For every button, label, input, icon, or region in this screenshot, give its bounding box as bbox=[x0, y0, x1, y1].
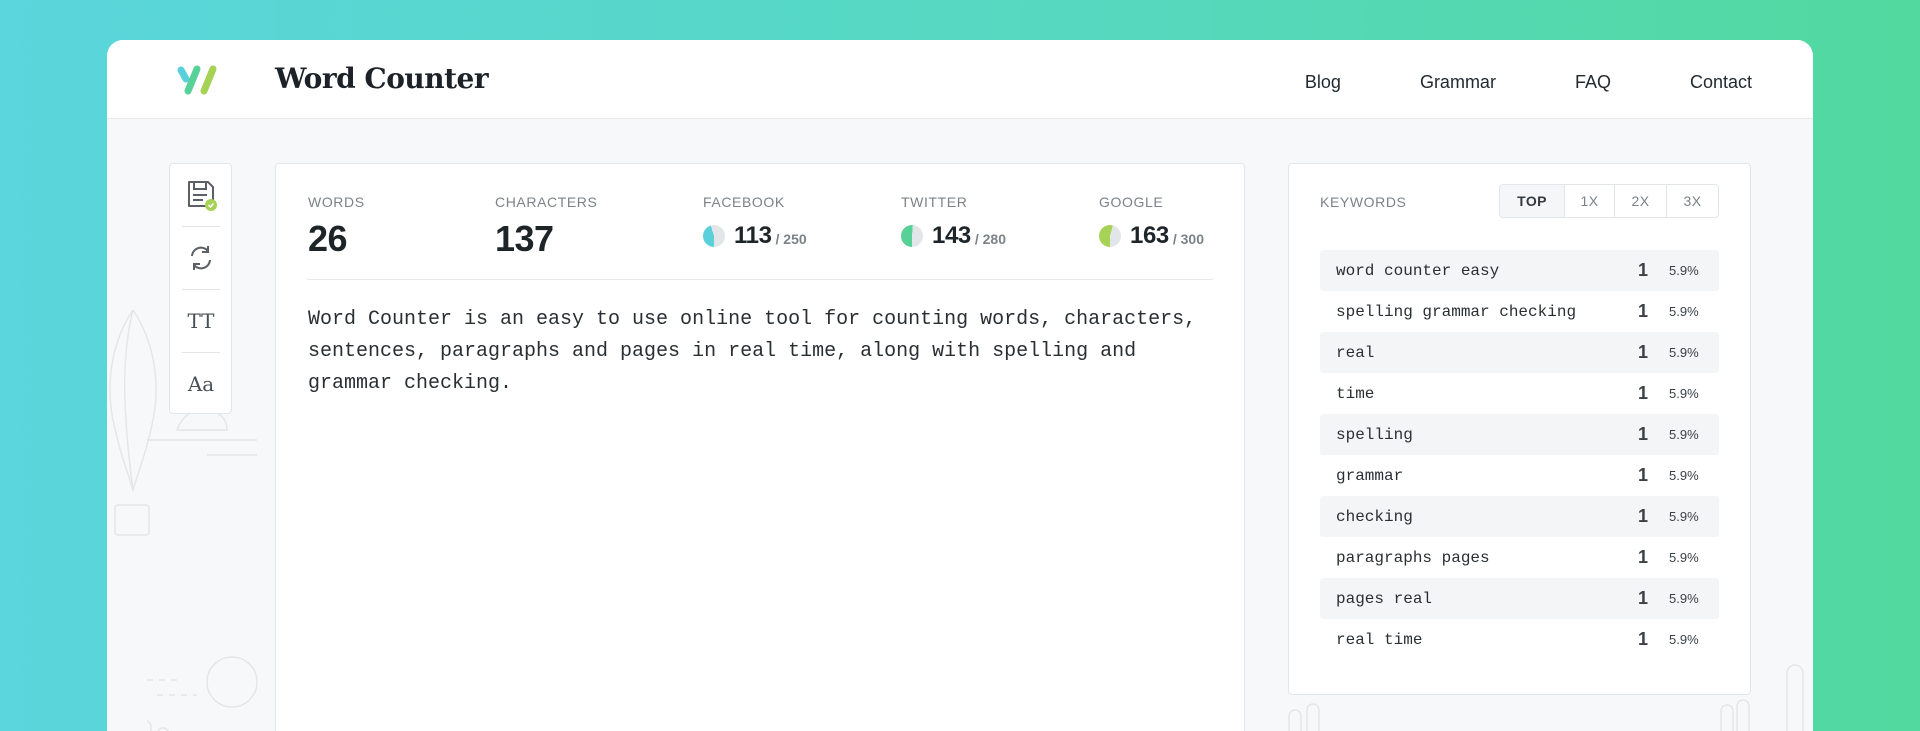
save-icon bbox=[188, 181, 217, 211]
keyword-text: time bbox=[1336, 384, 1375, 403]
keyword-count: 1 bbox=[1637, 342, 1648, 362]
keyword-row[interactable]: spelling grammar checking 1 5.9% bbox=[1320, 291, 1719, 332]
stats-divider bbox=[307, 279, 1213, 280]
grass-illustration-icon bbox=[1288, 703, 1320, 731]
nav-grammar[interactable]: Grammar bbox=[1420, 72, 1496, 93]
keyword-percent: 5.9% bbox=[1669, 345, 1699, 360]
keyword-row[interactable]: grammar 1 5.9% bbox=[1320, 455, 1719, 496]
editor-toolbar: TT Aa bbox=[169, 163, 232, 414]
twitter-value: 143 bbox=[932, 222, 971, 249]
nav-blog[interactable]: Blog bbox=[1305, 72, 1341, 93]
twitter-progress-icon bbox=[901, 225, 923, 247]
google-stat: GOOGLE 163 / 300 bbox=[1099, 194, 1204, 250]
keyword-text: paragraphs pages bbox=[1336, 548, 1490, 567]
twitter-stat: TWITTER 143 / 280 bbox=[901, 194, 1006, 250]
keyword-list: word counter easy 1 5.9% spelling grammar … bbox=[1320, 250, 1719, 660]
characters-label: CHARACTERS bbox=[495, 194, 598, 210]
keyword-text: real time bbox=[1336, 630, 1423, 649]
keyword-percent: 5.9% bbox=[1669, 591, 1699, 606]
keyword-count: 1 bbox=[1637, 301, 1648, 321]
google-progress-icon bbox=[1099, 225, 1121, 247]
font-case-button[interactable]: Aa bbox=[182, 353, 220, 415]
keyword-row[interactable]: real 1 5.9% bbox=[1320, 332, 1719, 373]
keyword-count: 1 bbox=[1637, 588, 1648, 608]
keyword-percent: 5.9% bbox=[1669, 550, 1699, 565]
google-limit: / 300 bbox=[1172, 231, 1204, 247]
keyword-text: real bbox=[1336, 343, 1375, 362]
keyword-percent: 5.9% bbox=[1669, 632, 1699, 647]
tab-2x[interactable]: 2X bbox=[1614, 185, 1666, 217]
main-nav: Blog Grammar FAQ Contact bbox=[1305, 72, 1752, 93]
keyword-text: grammar bbox=[1336, 466, 1404, 485]
tab-3x[interactable]: 3X bbox=[1666, 185, 1718, 217]
characters-stat: CHARACTERS 137 bbox=[495, 194, 597, 260]
keyword-count: 1 bbox=[1637, 260, 1648, 280]
keyword-row[interactable]: word counter easy 1 5.9% bbox=[1320, 250, 1719, 291]
keyword-text: word counter easy bbox=[1336, 261, 1500, 280]
keyword-percent: 5.9% bbox=[1669, 427, 1699, 442]
keyword-percent: 5.9% bbox=[1669, 386, 1699, 401]
keyword-count: 1 bbox=[1637, 629, 1648, 649]
keyword-percent: 5.9% bbox=[1669, 509, 1699, 524]
google-value: 163 bbox=[1130, 222, 1169, 249]
facebook-limit: / 250 bbox=[775, 231, 807, 247]
google-label: GOOGLE bbox=[1099, 194, 1164, 210]
words-stat: WORDS 26 bbox=[308, 194, 365, 260]
keyword-text: spelling grammar checking bbox=[1336, 302, 1577, 321]
keywords-panel: KEYWORDS TOP 1X 2X 3X word counter easy 1… bbox=[1288, 163, 1751, 695]
text-size-icon: TT bbox=[187, 309, 215, 333]
sync-button[interactable] bbox=[182, 227, 220, 289]
keyword-row[interactable]: real time 1 5.9% bbox=[1320, 619, 1719, 660]
facebook-stat: FACEBOOK 113 / 250 bbox=[703, 194, 807, 250]
twitter-limit: / 280 bbox=[974, 231, 1006, 247]
text-editor-area[interactable]: Word Counter is an easy to use online to… bbox=[308, 304, 1228, 400]
sun-illustration-icon bbox=[147, 656, 258, 731]
keyword-count: 1 bbox=[1637, 424, 1648, 444]
brand-title[interactable]: Word Counter bbox=[275, 62, 489, 95]
words-label: WORDS bbox=[308, 194, 365, 210]
editor-panel: WORDS 26 CHARACTERS 137 FACEBOOK 113 / 2… bbox=[275, 163, 1245, 731]
keyword-row[interactable]: spelling 1 5.9% bbox=[1320, 414, 1719, 455]
facebook-label: FACEBOOK bbox=[703, 194, 785, 210]
facebook-value: 113 bbox=[734, 222, 772, 249]
keywords-title: KEYWORDS bbox=[1320, 194, 1407, 210]
characters-value: 137 bbox=[495, 218, 554, 259]
facebook-progress-icon bbox=[703, 225, 725, 247]
logo-icon[interactable] bbox=[175, 64, 227, 96]
keyword-count: 1 bbox=[1637, 465, 1648, 485]
keyword-row[interactable]: checking 1 5.9% bbox=[1320, 496, 1719, 537]
keyword-percent: 5.9% bbox=[1669, 468, 1699, 483]
nav-faq[interactable]: FAQ bbox=[1575, 72, 1611, 93]
words-value: 26 bbox=[308, 218, 348, 259]
keyword-text: pages real bbox=[1336, 589, 1433, 608]
keyword-row[interactable]: time 1 5.9% bbox=[1320, 373, 1719, 414]
keyword-count: 1 bbox=[1637, 383, 1648, 403]
keyword-row[interactable]: paragraphs pages 1 5.9% bbox=[1320, 537, 1719, 578]
keyword-row[interactable]: pages real 1 5.9% bbox=[1320, 578, 1719, 619]
font-case-icon: Aa bbox=[187, 372, 215, 396]
keyword-count: 1 bbox=[1637, 506, 1648, 526]
keyword-count: 1 bbox=[1637, 547, 1648, 567]
tab-1x[interactable]: 1X bbox=[1564, 185, 1614, 217]
text-size-button[interactable]: TT bbox=[182, 290, 220, 352]
save-button[interactable] bbox=[182, 164, 220, 226]
keyword-percent: 5.9% bbox=[1669, 304, 1699, 319]
tab-top[interactable]: TOP bbox=[1500, 185, 1564, 217]
keyword-text: spelling bbox=[1336, 425, 1413, 444]
keyword-text: checking bbox=[1336, 507, 1413, 526]
nav-contact[interactable]: Contact bbox=[1690, 72, 1752, 93]
sync-icon bbox=[191, 246, 211, 270]
keyword-percent: 5.9% bbox=[1669, 263, 1699, 278]
keywords-tabs: TOP 1X 2X 3X bbox=[1499, 184, 1719, 218]
header: Word Counter Blog Grammar FAQ Contact bbox=[107, 40, 1813, 119]
twitter-label: TWITTER bbox=[901, 194, 968, 210]
app-window: Word Counter Blog Grammar FAQ Contact TT… bbox=[107, 40, 1813, 731]
